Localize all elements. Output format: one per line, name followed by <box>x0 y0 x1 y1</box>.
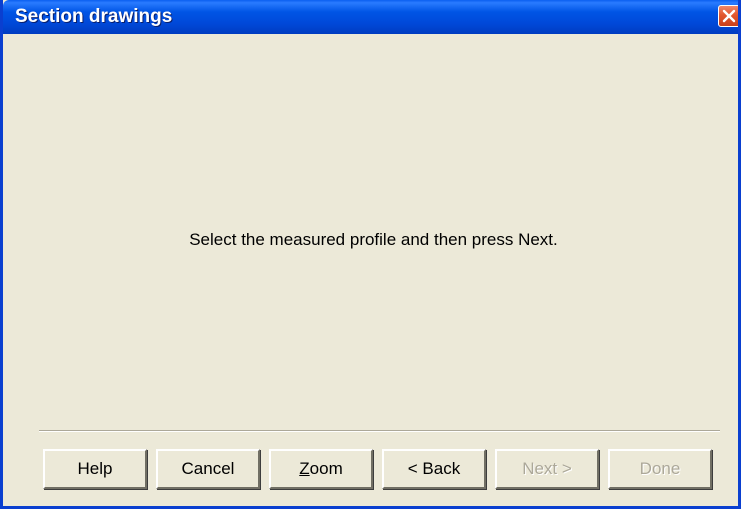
help-button-label: Help <box>77 459 113 478</box>
next-button-label: Next > <box>522 459 572 478</box>
separator-line <box>39 430 720 432</box>
title-bar[interactable]: Section drawings <box>3 0 738 34</box>
close-icon <box>722 9 736 23</box>
close-button[interactable] <box>718 5 738 27</box>
cancel-button[interactable]: Cancel <box>156 449 260 489</box>
zoom-mnemonic: Z <box>299 459 310 478</box>
back-button-label: < Back <box>407 459 461 478</box>
dialog-content: Select the measured profile and then pre… <box>6 34 738 506</box>
window-title: Section drawings <box>15 6 173 27</box>
back-button[interactable]: < Back <box>382 449 486 489</box>
help-button[interactable]: Help <box>43 449 147 489</box>
cancel-button-label: Cancel <box>181 459 235 478</box>
zoom-button-label: Zoom <box>299 459 342 479</box>
dialog-window: Section drawings Select the measured pro… <box>0 0 741 509</box>
done-button-label: Done <box>639 459 681 478</box>
instruction-text: Select the measured profile and then pre… <box>189 230 558 249</box>
done-button[interactable]: Done <box>608 449 712 489</box>
zoom-label-rest: oom <box>309 459 343 478</box>
next-button[interactable]: Next > <box>495 449 599 489</box>
zoom-button[interactable]: Zoom <box>269 449 373 489</box>
